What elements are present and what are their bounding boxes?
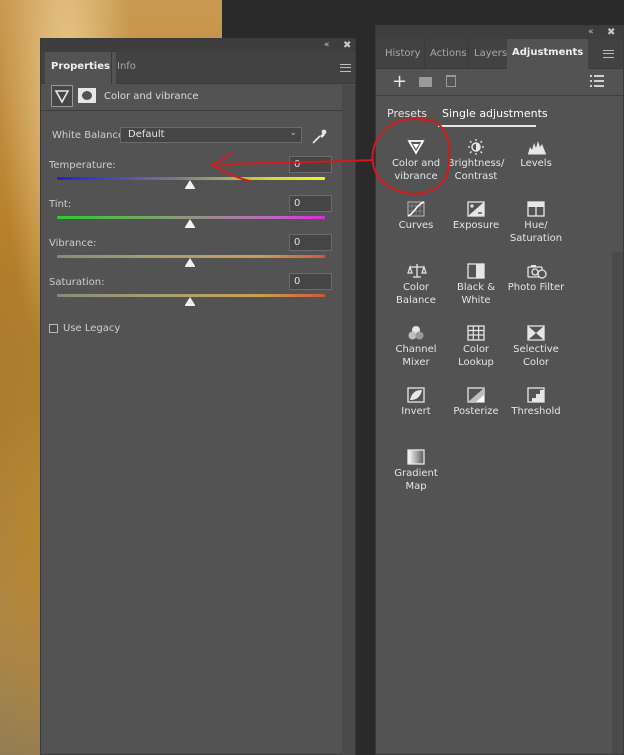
- adjustment-label: Threshold: [511, 406, 561, 417]
- layer-mask-icon: [78, 88, 96, 103]
- black-white-icon: [467, 263, 485, 279]
- adjustment-item-invert[interactable]: Invert: [384, 387, 448, 418]
- adjustment-label: Channel Mixer: [395, 344, 437, 368]
- adjustment-item-exposure[interactable]: Exposure: [444, 201, 508, 232]
- tint-label: Tint:: [49, 199, 72, 210]
- tab-layers[interactable]: Layers: [468, 39, 512, 69]
- properties-panel: « ✖ Properties Info Color and vibrance W…: [40, 38, 356, 755]
- tint-slider-thumb[interactable]: [185, 219, 195, 228]
- threshold-icon: [527, 387, 545, 403]
- tab-history[interactable]: History: [380, 39, 426, 69]
- color-lookup-icon: [467, 325, 485, 341]
- adjustment-label: Curves: [398, 220, 434, 231]
- tint-input[interactable]: 0: [289, 195, 332, 212]
- properties-tabbar: Properties Info: [41, 52, 355, 85]
- adjustment-label: Levels: [520, 158, 552, 169]
- color-balance-icon: [407, 263, 427, 279]
- adjustments-tabbar: History Actions Layers Adjustments: [376, 39, 623, 70]
- photo-filter-icon: [527, 263, 547, 279]
- adjustment-label: Brightness/ Contrast: [447, 158, 505, 182]
- trash-icon[interactable]: [446, 75, 456, 87]
- adjustment-item-vibrance[interactable]: Color and vibrance: [384, 139, 448, 183]
- brightness-contrast-icon: [467, 139, 485, 155]
- adjustments-panel-titlebar: « ✖: [376, 26, 623, 39]
- adjustments-scrollbar[interactable]: [612, 252, 623, 754]
- tab-info[interactable]: Info: [111, 52, 141, 84]
- adjustment-label: Photo Filter: [507, 282, 565, 293]
- properties-header-title: Color and vibrance: [104, 91, 199, 102]
- adjustment-item-selective-color[interactable]: Selective Color: [504, 325, 568, 369]
- use-legacy-label: Use Legacy: [63, 323, 121, 334]
- adjustment-layer-icon: [51, 85, 73, 107]
- panel-menu-icon[interactable]: [603, 50, 614, 58]
- properties-header: Color and vibrance: [41, 85, 355, 111]
- vibrance-input[interactable]: 0: [289, 234, 332, 251]
- tab-presets[interactable]: Presets: [387, 107, 427, 120]
- white-balance-label: White Balance:: [52, 130, 128, 141]
- temperature-label: Temperature:: [49, 160, 116, 171]
- selective-color-icon: [527, 325, 545, 341]
- chevron-down-icon: ⌄: [289, 128, 297, 138]
- adjustment-label: Selective Color: [513, 344, 559, 368]
- properties-panel-titlebar: « ✖: [41, 39, 355, 52]
- adjustment-label: Hue/ Saturation: [509, 220, 563, 244]
- tab-adjustments[interactable]: Adjustments: [507, 39, 589, 70]
- adjustment-item-channel-mixer[interactable]: Channel Mixer: [384, 325, 448, 369]
- use-legacy-checkbox[interactable]: [49, 324, 58, 333]
- add-adjustment-icon[interactable]: +: [392, 73, 407, 91]
- eyedropper-icon[interactable]: [311, 127, 327, 145]
- channel-mixer-icon: [407, 325, 425, 341]
- adjustment-item-posterize[interactable]: Posterize: [444, 387, 508, 418]
- vibrance-slider-thumb[interactable]: [185, 258, 195, 267]
- subtab-underline: [438, 125, 536, 127]
- adjustment-item-threshold[interactable]: Threshold: [504, 387, 568, 418]
- exposure-icon: [467, 201, 485, 217]
- panel-menu-icon[interactable]: [340, 64, 351, 72]
- adjustment-item-levels[interactable]: Levels: [504, 139, 568, 170]
- close-panel-icon[interactable]: ✖: [607, 27, 615, 38]
- saturation-slider-thumb[interactable]: [185, 297, 195, 306]
- collapse-panel-icon[interactable]: «: [588, 27, 594, 38]
- temperature-input[interactable]: 0: [289, 156, 332, 173]
- adjustment-item-brightness-contrast[interactable]: Brightness/ Contrast: [444, 139, 508, 183]
- adjustment-label: Exposure: [452, 220, 500, 231]
- adjustment-item-curves[interactable]: Curves: [384, 201, 448, 232]
- saturation-label: Saturation:: [49, 277, 105, 288]
- adjustment-label: Color Balance: [396, 282, 436, 306]
- tab-single-adjustments[interactable]: Single adjustments: [442, 107, 548, 120]
- adjustment-item-photo-filter[interactable]: Photo Filter: [504, 263, 568, 294]
- invert-icon: [407, 387, 425, 403]
- close-panel-icon[interactable]: ✖: [343, 40, 351, 51]
- adjustments-panel: « ✖ History Actions Layers Adjustments +…: [375, 25, 624, 755]
- adjustment-item-black-white[interactable]: Black & White: [444, 263, 508, 307]
- adjustment-item-color-lookup[interactable]: Color Lookup: [444, 325, 508, 369]
- adjustment-label: Color Lookup: [458, 344, 494, 368]
- levels-icon: [527, 139, 546, 155]
- adjustment-item-hue-saturation[interactable]: Hue/ Saturation: [504, 201, 568, 245]
- collapse-panel-icon[interactable]: «: [324, 40, 330, 51]
- folder-icon[interactable]: [419, 77, 432, 87]
- tab-properties[interactable]: Properties: [45, 52, 116, 85]
- curves-icon: [407, 201, 425, 217]
- hue-saturation-icon: [527, 201, 545, 217]
- white-balance-value: Default: [128, 129, 165, 140]
- adjustment-item-gradient-map[interactable]: Gradient Map: [384, 449, 448, 493]
- saturation-input[interactable]: 0: [289, 273, 332, 290]
- properties-scrollbar[interactable]: [342, 85, 355, 755]
- list-view-icon[interactable]: [590, 74, 604, 91]
- vibrance-icon: [407, 139, 425, 155]
- adjustment-label: Invert: [401, 406, 431, 417]
- tab-actions[interactable]: Actions: [424, 39, 472, 69]
- gradient-map-icon: [407, 449, 425, 465]
- posterize-icon: [467, 387, 485, 403]
- adjustment-label: Posterize: [453, 406, 499, 417]
- adjustment-label: Black & White: [456, 282, 496, 306]
- adjustment-item-color-balance[interactable]: Color Balance: [384, 263, 448, 307]
- temperature-slider-thumb[interactable]: [185, 180, 195, 189]
- vibrance-label: Vibrance:: [49, 238, 97, 249]
- adjustment-label: Color and vibrance: [391, 158, 441, 182]
- adjustment-label: Gradient Map: [394, 468, 438, 492]
- white-balance-dropdown[interactable]: Default ⌄: [120, 127, 302, 143]
- adjustments-toolbar: +: [376, 71, 623, 96]
